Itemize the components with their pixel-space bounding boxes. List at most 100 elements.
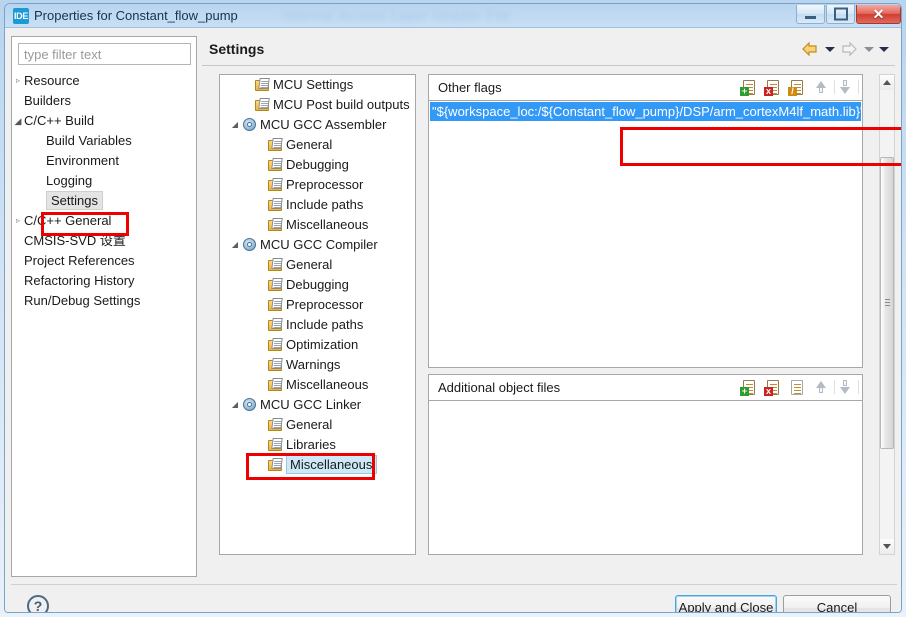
other-flags-header: Other flags + x / xyxy=(429,75,862,101)
folder-icon xyxy=(255,98,271,113)
expand-arrow-icon[interactable]: ◢ xyxy=(228,115,242,135)
tree-item-general[interactable]: General xyxy=(220,415,415,435)
forward-arrow-icon xyxy=(839,40,859,58)
tree-item-label: MCU GCC Linker xyxy=(260,397,362,412)
dialog-body: ▹ResourceBuilders◢C/C++ BuildBuild Varia… xyxy=(5,28,901,612)
delete-icon[interactable]: x xyxy=(764,78,784,97)
maximize-restore-button[interactable] xyxy=(826,5,855,24)
sidebar-item-c-c-build[interactable]: ◢ C/C++ Build xyxy=(12,111,196,131)
folder-icon xyxy=(268,258,284,273)
tree-item-optimization[interactable]: Optimization xyxy=(220,335,415,355)
scrollbar-thumb[interactable] xyxy=(880,157,894,449)
move-down-icon xyxy=(836,378,859,397)
tree-item-mcu-settings[interactable]: MCU Settings xyxy=(220,75,415,95)
back-history-chevron-down-icon[interactable] xyxy=(824,40,835,58)
tree-item-general[interactable]: General xyxy=(220,255,415,275)
sidebar-item-label: CMSIS-SVD 设置 xyxy=(24,233,126,248)
back-arrow-icon[interactable] xyxy=(800,40,820,58)
tree-item-miscellaneous[interactable]: Miscellaneous xyxy=(220,375,415,395)
app-icon: IDE xyxy=(13,8,29,24)
header-divider xyxy=(202,65,895,66)
help-icon[interactable]: ? xyxy=(27,595,49,612)
cancel-button[interactable]: Cancel xyxy=(783,595,891,612)
scroll-down-arrow-icon[interactable] xyxy=(880,539,894,554)
tree-item-label: Include paths xyxy=(286,197,364,212)
close-button[interactable]: ✕ xyxy=(856,5,901,24)
tree-item-label: MCU GCC Compiler xyxy=(260,237,378,252)
sidebar-item-logging[interactable]: Logging xyxy=(12,171,196,191)
tree-item-mcu-gcc-linker[interactable]: ◢ MCU GCC Linker xyxy=(220,395,415,415)
tree-item-debugging[interactable]: Debugging xyxy=(220,275,415,295)
tree-item-mcu-gcc-assembler[interactable]: ◢ MCU GCC Assembler xyxy=(220,115,415,135)
page-menu-chevron-down-icon[interactable] xyxy=(878,40,889,58)
window-frame: Internal Access Layer Header File IDE Pr… xyxy=(4,3,902,613)
minimize-icon xyxy=(797,16,824,19)
tree-item-mcu-post-build-outputs[interactable]: MCU Post build outputs xyxy=(220,95,415,115)
sidebar-item-cmsis-svd[interactable]: CMSIS-SVD 设置 xyxy=(12,231,196,251)
tree-item-label: Debugging xyxy=(286,157,349,172)
minimize-button[interactable] xyxy=(796,5,825,24)
background-menu-ghost-text: Internal Access Layer Header File xyxy=(283,8,512,23)
tree-item-label: MCU Settings xyxy=(273,77,354,92)
tree-item-label: Miscellaneous xyxy=(286,377,369,392)
tree-item-preprocessor[interactable]: Preprocessor xyxy=(220,295,415,315)
expand-arrow-icon[interactable]: ◢ xyxy=(228,235,242,255)
folder-icon xyxy=(268,138,284,153)
move-down-icon xyxy=(836,78,859,97)
sidebar-item-run-debug-settings[interactable]: Run/Debug Settings xyxy=(12,291,196,311)
sidebar-item-settings[interactable]: Settings xyxy=(12,191,196,211)
delete-icon[interactable]: x xyxy=(764,378,784,397)
title-bar: Internal Access Layer Header File IDE Pr… xyxy=(5,4,901,28)
additional-object-files-list[interactable] xyxy=(429,401,862,554)
sidebar-item-refactoring-history[interactable]: Refactoring History xyxy=(12,271,196,291)
additional-object-files-label: Additional object files xyxy=(438,380,561,395)
sidebar-item-c-c-general[interactable]: ▹ C/C++ General xyxy=(12,211,196,231)
sidebar-item-label: Build Variables xyxy=(46,133,132,148)
tree-item-label: MCU GCC Assembler xyxy=(260,117,387,132)
tree-item-label: Miscellaneous xyxy=(286,455,378,474)
add-icon[interactable]: + xyxy=(740,78,760,97)
tree-item-miscellaneous[interactable]: Miscellaneous xyxy=(220,455,415,475)
close-icon: ✕ xyxy=(872,6,885,22)
gear-icon xyxy=(242,398,258,413)
sidebar-item-label: Run/Debug Settings xyxy=(24,293,141,308)
sidebar-item-label: Resource xyxy=(24,73,80,88)
tree-item-general[interactable]: General xyxy=(220,135,415,155)
list-item[interactable]: "${workspace_loc:/${Constant_flow_pump}/… xyxy=(430,102,861,121)
apply-and-close-button[interactable]: Apply and Close xyxy=(675,595,777,612)
add-icon[interactable]: + xyxy=(740,378,760,397)
other-flags-list[interactable]: "${workspace_loc:/${Constant_flow_pump}/… xyxy=(429,101,862,367)
settings-vertical-scrollbar[interactable] xyxy=(879,74,895,555)
tree-item-mcu-gcc-compiler[interactable]: ◢ MCU GCC Compiler xyxy=(220,235,415,255)
window-controls: ✕ xyxy=(795,5,901,24)
sidebar-item-project-references[interactable]: Project References xyxy=(12,251,196,271)
sidebar-item-resource[interactable]: ▹ Resource xyxy=(12,71,196,91)
sidebar-item-label: Builders xyxy=(24,93,71,108)
sidebar-item-label: Environment xyxy=(46,153,119,168)
restore-icon xyxy=(827,8,854,21)
settings-pane: Settings MCU Settings MCU Post build out… xyxy=(200,36,901,577)
tree-item-debugging[interactable]: Debugging xyxy=(220,155,415,175)
tree-item-miscellaneous[interactable]: Miscellaneous xyxy=(220,215,415,235)
tree-item-include-paths[interactable]: Include paths xyxy=(220,315,415,335)
tree-item-include-paths[interactable]: Include paths xyxy=(220,195,415,215)
sidebar-item-environment[interactable]: Environment xyxy=(12,151,196,171)
tree-item-label: Warnings xyxy=(286,357,341,372)
gear-icon xyxy=(242,238,258,253)
tree-item-label: General xyxy=(286,137,333,152)
expand-arrow-icon[interactable]: ◢ xyxy=(228,395,242,415)
other-flags-toolbar: + x / xyxy=(740,78,859,97)
sidebar-item-builders[interactable]: Builders xyxy=(12,91,196,111)
filter-input[interactable] xyxy=(18,43,191,65)
edit-icon[interactable]: / xyxy=(788,78,808,97)
sidebar-item-build-variables[interactable]: Build Variables xyxy=(12,131,196,151)
tree-item-libraries[interactable]: Libraries xyxy=(220,435,415,455)
footer-divider xyxy=(11,584,897,585)
sidebar-item-label: Logging xyxy=(46,173,93,188)
sidebar-item-label: C/C++ Build xyxy=(24,113,95,128)
tree-item-preprocessor[interactable]: Preprocessor xyxy=(220,175,415,195)
folder-icon xyxy=(268,298,284,313)
scroll-up-arrow-icon[interactable] xyxy=(880,75,894,90)
additional-object-files-group: Additional object files + x xyxy=(428,374,863,555)
tree-item-warnings[interactable]: Warnings xyxy=(220,355,415,375)
